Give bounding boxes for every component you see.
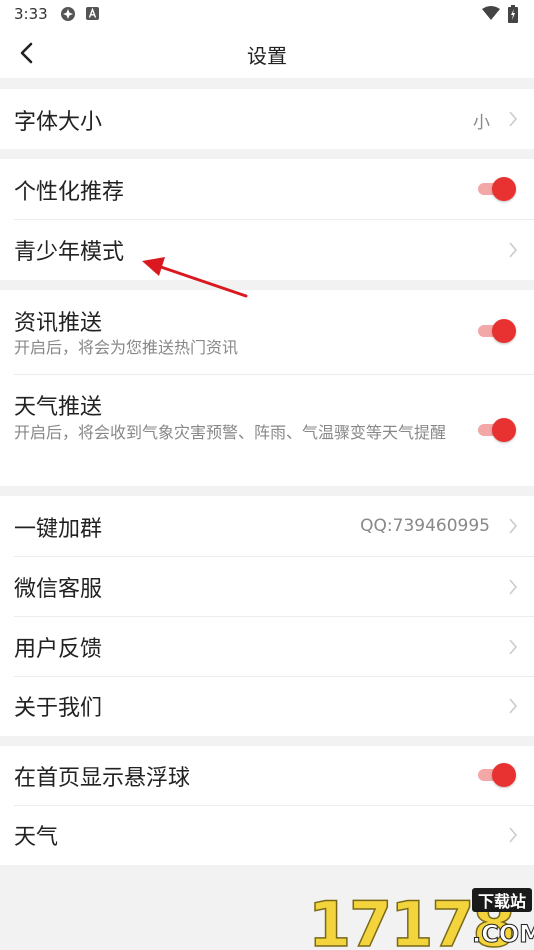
join-group-label: 一键加群 <box>14 517 103 542</box>
feedback-label: 用户反馈 <box>14 637 103 662</box>
font-notification-icon <box>86 7 99 20</box>
float-ball-label: 在首页显示悬浮球 <box>14 766 191 791</box>
weather-row[interactable]: 天气 <box>0 806 534 865</box>
personal-recommend-label: 个性化推荐 <box>14 180 125 205</box>
font-size-row[interactable]: 字体大小 小 <box>0 89 534 149</box>
news-push-desc: 开启后，将会为您推送热门资讯 <box>14 338 239 357</box>
chevron-right-icon <box>509 518 518 534</box>
youth-mode-row[interactable]: 青少年模式 <box>0 220 534 280</box>
watermark-domain: .COM <box>472 920 534 948</box>
status-bar: 3:33 <box>0 0 534 28</box>
wechat-service-row[interactable]: 微信客服 <box>0 557 534 616</box>
push-group: 资讯推送 开启后，将会为您推送热门资讯 天气推送 开启后，将会收到气象灾害预警、… <box>0 290 534 486</box>
about-label: 关于我们 <box>14 696 103 721</box>
site-watermark-logo: 17178 下载站 .COM <box>307 887 534 950</box>
chevron-right-icon <box>509 111 518 127</box>
chevron-right-icon <box>509 579 518 595</box>
chevron-right-icon <box>509 827 518 843</box>
weather-push-row: 天气推送 开启后，将会收到气象灾害预警、阵雨、气温骤变等天气提醒 <box>0 375 534 486</box>
chevron-right-icon <box>509 698 518 714</box>
feedback-row[interactable]: 用户反馈 <box>0 617 534 676</box>
join-group-qq: QQ:739460995 <box>360 516 490 536</box>
about-row[interactable]: 关于我们 <box>0 677 534 736</box>
weather-label: 天气 <box>14 825 59 850</box>
font-size-label: 字体大小 <box>14 110 103 135</box>
personal-recommend-toggle[interactable] <box>478 177 516 201</box>
weather-push-label: 天气推送 <box>14 395 103 420</box>
personal-group: 个性化推荐 青少年模式 <box>0 159 534 280</box>
app-notification-icon <box>61 7 75 21</box>
float-ball-row: 在首页显示悬浮球 <box>0 746 534 805</box>
contact-group: 一键加群 QQ:739460995 微信客服 用户反馈 关于我们 <box>0 496 534 736</box>
chevron-right-icon <box>509 639 518 655</box>
news-push-toggle[interactable] <box>478 319 516 343</box>
join-group-row[interactable]: 一键加群 QQ:739460995 <box>0 496 534 556</box>
wifi-icon <box>482 6 500 20</box>
battery-icon <box>508 5 518 23</box>
display-group: 在首页显示悬浮球 天气 <box>0 746 534 865</box>
youth-mode-label: 青少年模式 <box>14 240 125 265</box>
font-size-group: 字体大小 小 <box>0 89 534 149</box>
wechat-service-label: 微信客服 <box>14 577 103 602</box>
weather-push-toggle[interactable] <box>478 418 516 442</box>
nav-bar: 设置 <box>0 28 534 78</box>
watermark-tag: 下载站 <box>478 892 526 911</box>
personal-recommend-row: 个性化推荐 <box>0 159 534 219</box>
status-time: 3:33 <box>14 5 48 23</box>
float-ball-toggle[interactable] <box>478 763 516 787</box>
weather-push-desc: 开启后，将会收到气象灾害预警、阵雨、气温骤变等天气提醒 <box>14 423 447 442</box>
chevron-right-icon <box>509 242 518 258</box>
page-title: 设置 <box>247 44 287 68</box>
font-size-value: 小 <box>473 113 490 133</box>
news-push-label: 资讯推送 <box>14 311 103 336</box>
news-push-row: 资讯推送 开启后，将会为您推送热门资讯 <box>0 290 534 374</box>
